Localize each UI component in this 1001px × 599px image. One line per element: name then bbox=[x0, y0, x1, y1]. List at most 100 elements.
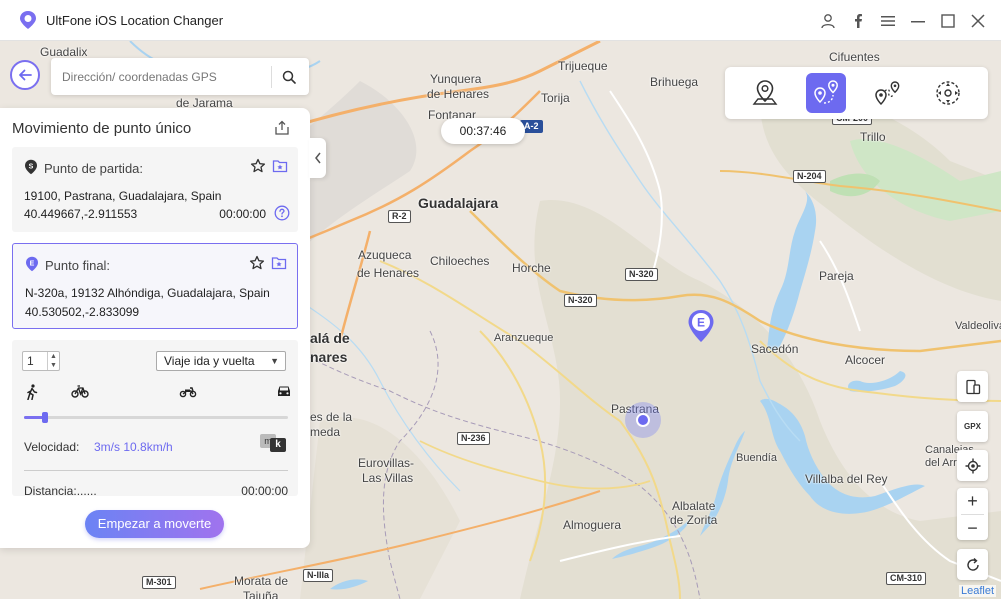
start-point-card: S Punto de partida: 19100, Pastrana, Gua… bbox=[12, 147, 298, 232]
help-icon bbox=[274, 205, 290, 221]
car-speed-button[interactable] bbox=[276, 384, 292, 403]
joystick-mode-icon bbox=[935, 81, 960, 105]
end-marker-letter: E bbox=[697, 316, 705, 330]
map-label: Brihuega bbox=[650, 75, 699, 89]
maximize-icon[interactable] bbox=[933, 6, 963, 36]
end-coordinates: 40.530502,-2.833099 bbox=[25, 305, 140, 319]
end-point-card: E Punto final: N-320a, 19132 Alhóndiga, … bbox=[12, 243, 298, 329]
search-button[interactable] bbox=[272, 58, 306, 95]
close-icon[interactable] bbox=[963, 6, 993, 36]
facebook-icon[interactable] bbox=[843, 6, 873, 36]
back-button[interactable] bbox=[10, 60, 40, 90]
export-button[interactable] bbox=[274, 120, 290, 141]
map-label: Valdeolivas bbox=[955, 320, 1001, 332]
zoom-controls: + − bbox=[957, 488, 988, 540]
map-label: Buendía bbox=[736, 452, 777, 464]
distance-time: 00:00:00 bbox=[241, 484, 288, 498]
map-label: Morata de bbox=[234, 574, 289, 588]
map-label: Alcocer bbox=[845, 353, 886, 367]
repeat-count-stepper[interactable]: 1 ▲ ▼ bbox=[22, 351, 60, 371]
menu-icon[interactable] bbox=[873, 6, 903, 36]
bicycle-icon bbox=[71, 385, 89, 398]
reset-button[interactable] bbox=[957, 549, 988, 580]
search-input[interactable] bbox=[51, 69, 271, 84]
speed-slider-thumb[interactable] bbox=[42, 412, 49, 423]
map-label: Pareja bbox=[819, 269, 854, 283]
route-timer: 00:37:46 bbox=[441, 118, 525, 144]
map-label: de Henares bbox=[427, 87, 490, 101]
device-switch-button[interactable] bbox=[957, 371, 988, 402]
map-label: alá de bbox=[310, 330, 350, 346]
bike-speed-button[interactable] bbox=[71, 384, 89, 403]
map-label: Villalba del Rey bbox=[805, 472, 888, 486]
speed-unit-toggle[interactable]: m k bbox=[260, 434, 286, 452]
app-logo-icon bbox=[20, 11, 36, 29]
map-label: Tajuña bbox=[243, 589, 279, 599]
car-icon bbox=[278, 386, 290, 396]
end-point-marker[interactable]: E bbox=[687, 309, 715, 348]
start-time: 00:00:00 bbox=[219, 207, 266, 221]
collapse-panel-button[interactable] bbox=[309, 138, 326, 178]
map-label: Albalate bbox=[672, 499, 716, 513]
map-label: Azuqueca bbox=[358, 248, 412, 262]
gpx-import-button[interactable]: GPX bbox=[957, 411, 988, 442]
chevron-down-icon: ▼ bbox=[270, 356, 279, 366]
speed-slider[interactable] bbox=[24, 412, 288, 423]
end-point-label: Punto final: bbox=[45, 258, 111, 273]
unit-k-label: k bbox=[270, 438, 286, 452]
end-pin-icon: E bbox=[26, 256, 38, 272]
map-label: de Zorita bbox=[670, 513, 718, 527]
motorbike-speed-button[interactable] bbox=[179, 384, 197, 403]
current-location-marker bbox=[625, 402, 661, 438]
help-button[interactable] bbox=[274, 205, 290, 226]
motorcycle-icon bbox=[179, 387, 197, 398]
svg-text:S: S bbox=[29, 163, 34, 170]
walk-speed-button[interactable] bbox=[26, 384, 38, 405]
folder-star-icon bbox=[271, 257, 287, 270]
favorite-start-button[interactable] bbox=[250, 158, 266, 179]
star-icon bbox=[249, 255, 265, 270]
teleport-mode-button[interactable] bbox=[745, 73, 785, 113]
zoom-out-button[interactable]: − bbox=[957, 515, 988, 541]
speed-label: Velocidad: bbox=[24, 440, 80, 454]
locate-me-button[interactable] bbox=[957, 450, 988, 481]
one-stop-mode-button[interactable] bbox=[806, 73, 847, 113]
multi-stop-mode-icon bbox=[875, 81, 900, 106]
mode-toolbar bbox=[725, 67, 988, 119]
zoom-in-button[interactable]: + bbox=[957, 488, 988, 514]
arrow-left-icon bbox=[19, 69, 32, 81]
export-icon bbox=[275, 120, 289, 135]
minimize-icon[interactable] bbox=[903, 6, 933, 36]
road-label: CM-310 bbox=[886, 572, 927, 585]
road-label: N-320 bbox=[564, 294, 597, 307]
map-label: nares bbox=[310, 349, 348, 365]
speed-value: 3m/s 10.8km/h bbox=[94, 440, 173, 454]
stepper-arrows[interactable]: ▲ ▼ bbox=[47, 352, 59, 370]
start-moving-button[interactable]: Empezar a moverte bbox=[85, 510, 224, 538]
user-icon[interactable] bbox=[813, 6, 843, 36]
distance-label: Distancia:...... bbox=[24, 484, 97, 498]
crosshair-icon bbox=[965, 458, 980, 473]
save-end-button[interactable] bbox=[271, 255, 287, 276]
settings-divider bbox=[24, 470, 288, 471]
road-label: N-204 bbox=[793, 170, 826, 183]
star-icon bbox=[250, 158, 266, 173]
single-point-panel: Movimiento de punto único S Punto de par… bbox=[0, 108, 310, 548]
multi-stop-mode-button[interactable] bbox=[867, 73, 907, 113]
save-start-button[interactable] bbox=[272, 158, 288, 179]
leaflet-attribution-link[interactable]: Leaflet bbox=[958, 585, 996, 597]
repeat-count-value: 1 bbox=[27, 354, 34, 368]
svg-text:E: E bbox=[30, 260, 35, 267]
map-label: Sacedón bbox=[751, 342, 799, 356]
map-label: Eurovillas- bbox=[358, 456, 415, 470]
joystick-mode-button[interactable] bbox=[928, 73, 968, 113]
trip-type-select[interactable]: Viaje ida y vuelta ▼ bbox=[156, 351, 286, 371]
teleport-mode-icon bbox=[752, 80, 778, 105]
map-label: Chiloeches bbox=[430, 254, 490, 268]
map-label: es de la bbox=[310, 410, 353, 424]
search-icon bbox=[282, 70, 296, 84]
map-label: Trillo bbox=[860, 130, 886, 144]
folder-star-icon bbox=[272, 160, 288, 173]
map-label: de Henares bbox=[357, 266, 420, 280]
favorite-end-button[interactable] bbox=[249, 255, 265, 276]
